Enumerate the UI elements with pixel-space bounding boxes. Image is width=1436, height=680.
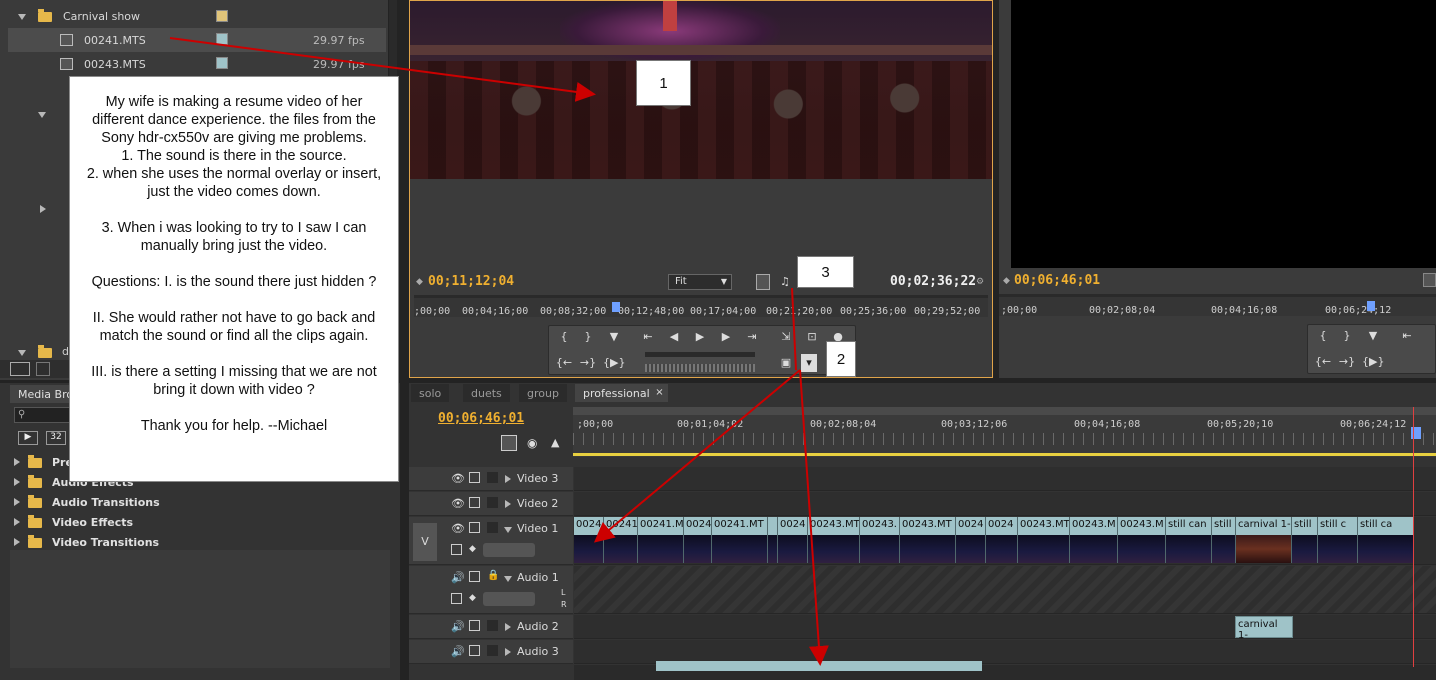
annotation-arrows [169,37,829,666]
arrow-from-callout-3 [791,287,797,371]
arrow-to-source-video [169,37,596,102]
premiere-window: Carnival show 00241.MTS 29.97 fps 00243.… [0,0,1436,680]
arrow-to-audio-area [799,369,829,666]
arrow-to-video1-clip [593,369,801,543]
